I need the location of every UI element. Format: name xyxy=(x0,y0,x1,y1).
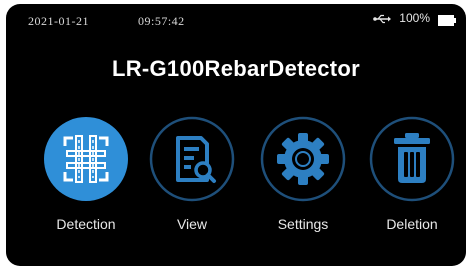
status-date: 2021-01-21 xyxy=(28,14,89,28)
main-menu: Detection View Settings Deletion xyxy=(6,116,466,256)
usb-icon xyxy=(373,12,392,24)
gear-icon xyxy=(260,116,346,202)
status-right: 100% xyxy=(373,11,456,26)
app-title: LR-G100RebarDetector xyxy=(111,56,361,81)
menu-item-view[interactable]: View xyxy=(142,116,242,232)
status-time: 09:57:42 xyxy=(138,14,185,28)
battery-percentage: 100% xyxy=(399,11,430,25)
menu-item-settings[interactable]: Settings xyxy=(253,116,353,232)
menu-label-view: View xyxy=(176,216,208,232)
menu-item-deletion[interactable]: Deletion xyxy=(362,116,462,232)
device-screen: 2021-01-21 09:57:42 100% LR-G100RebarDet… xyxy=(6,4,466,266)
status-bar: 2021-01-21 09:57:42 100% xyxy=(6,4,466,34)
trash-icon xyxy=(369,116,455,202)
menu-label-settings: Settings xyxy=(277,216,329,232)
battery-icon xyxy=(438,13,456,26)
rebar-grid-icon xyxy=(43,116,129,202)
menu-label-deletion: Deletion xyxy=(386,216,438,232)
document-search-icon xyxy=(149,116,235,202)
menu-item-detection[interactable]: Detection xyxy=(36,116,136,232)
menu-label-detection: Detection xyxy=(56,216,116,232)
